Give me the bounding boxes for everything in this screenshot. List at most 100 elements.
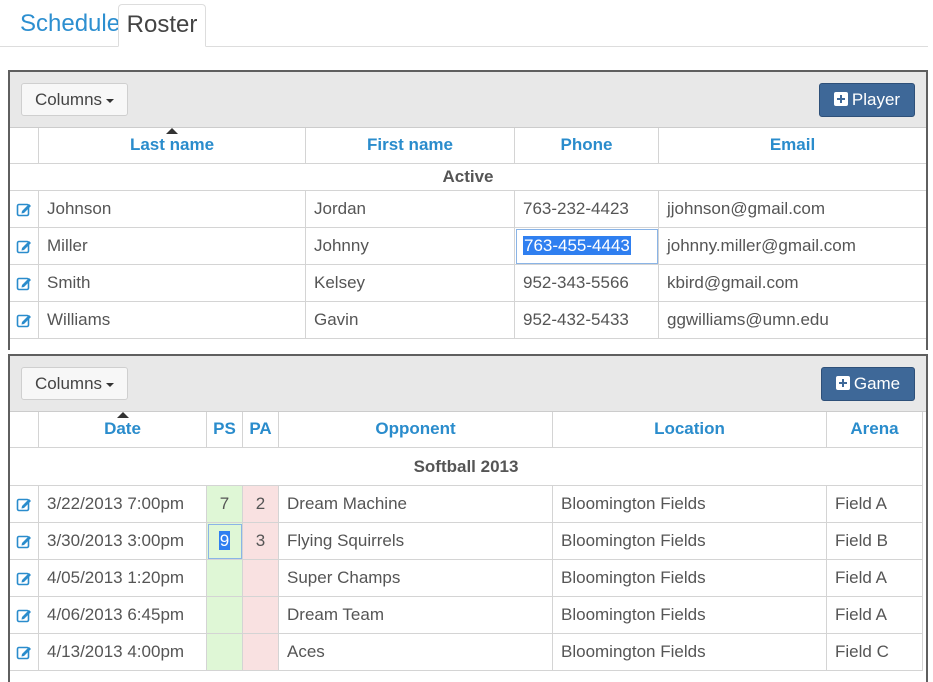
cell-opponent[interactable]: Dream Machine <box>279 486 553 523</box>
cell-phone[interactable]: 952-343-5566 <box>515 265 659 302</box>
row-edit-cell <box>10 191 39 228</box>
games-grid: Columns Game Date PS PA Opponent Locatio… <box>8 354 928 682</box>
tab-roster[interactable]: Roster <box>118 4 206 47</box>
tab-bar: Schedule Roster <box>0 0 928 47</box>
cell-points-scored[interactable] <box>207 634 243 671</box>
add-game-label: Game <box>853 374 901 393</box>
phone-text: 763-455-4443 <box>523 236 631 255</box>
points-scored-text: 9 <box>218 531 231 550</box>
cell-points-scored[interactable]: 7 <box>207 486 243 523</box>
row-edit-cell <box>10 486 39 523</box>
cell-first-name[interactable]: Gavin <box>306 302 515 339</box>
header-edit-col <box>10 128 39 164</box>
cell-email[interactable]: ggwilliams@umn.edu <box>659 302 926 339</box>
cell-email[interactable]: johnny.miller@gmail.com <box>659 228 926 265</box>
header-opponent[interactable]: Opponent <box>279 412 553 448</box>
cell-date[interactable]: 3/22/2013 7:00pm <box>39 486 207 523</box>
cell-arena[interactable]: Field A <box>827 486 923 523</box>
edit-icon[interactable] <box>16 238 32 254</box>
cell-first-name[interactable]: Kelsey <box>306 265 515 302</box>
cell-last-name[interactable]: Smith <box>39 265 306 302</box>
header-location[interactable]: Location <box>553 412 827 448</box>
cell-arena[interactable]: Field B <box>827 523 923 560</box>
caret-down-icon <box>106 382 115 387</box>
edit-icon[interactable] <box>16 570 32 586</box>
cell-points-against[interactable] <box>243 560 279 597</box>
cell-points-scored[interactable] <box>207 597 243 634</box>
row-edit-cell <box>10 634 39 671</box>
cell-phone[interactable]: 952-432-5433 <box>515 302 659 339</box>
cell-opponent[interactable]: Super Champs <box>279 560 553 597</box>
cell-location[interactable]: Bloomington Fields <box>553 523 827 560</box>
players-columns-button[interactable]: Columns <box>21 83 128 116</box>
edit-icon[interactable] <box>16 533 32 549</box>
cell-date[interactable]: 4/13/2013 4:00pm <box>39 634 207 671</box>
add-player-button[interactable]: Player <box>819 83 915 117</box>
header-first-name[interactable]: First name <box>306 128 515 164</box>
plus-square-icon <box>835 376 850 390</box>
cell-arena[interactable]: Field A <box>827 560 923 597</box>
cell-phone-selected[interactable]: 763-455-4443 <box>515 228 659 265</box>
cell-points-against[interactable] <box>243 634 279 671</box>
header-email[interactable]: Email <box>659 128 926 164</box>
points-scored-text: 7 <box>219 494 230 513</box>
header-ps[interactable]: PS <box>207 412 243 448</box>
cell-points-scored-editing[interactable]: 9 <box>207 523 243 560</box>
columns-label: Columns <box>34 374 103 393</box>
games-columns-button[interactable]: Columns <box>21 367 128 400</box>
cell-first-name[interactable]: Jordan <box>306 191 515 228</box>
cell-location[interactable]: Bloomington Fields <box>553 597 827 634</box>
sort-ascending-icon <box>117 412 129 418</box>
phone-text: 952-343-5566 <box>523 273 629 292</box>
cell-points-against[interactable] <box>243 597 279 634</box>
cell-email[interactable]: kbird@gmail.com <box>659 265 926 302</box>
edit-icon[interactable] <box>16 496 32 512</box>
cell-opponent[interactable]: Flying Squirrels <box>279 523 553 560</box>
cell-last-name[interactable]: Williams <box>39 302 306 339</box>
add-player-label: Player <box>851 90 901 109</box>
header-pa[interactable]: PA <box>243 412 279 448</box>
cell-opponent[interactable]: Aces <box>279 634 553 671</box>
row-edit-cell <box>10 265 39 302</box>
cell-opponent[interactable]: Dream Team <box>279 597 553 634</box>
cell-last-name[interactable]: Miller <box>39 228 306 265</box>
cell-date[interactable]: 3/30/2013 3:00pm <box>39 523 207 560</box>
row-edit-cell <box>10 560 39 597</box>
row-edit-cell <box>10 597 39 634</box>
group-header-season: Softball 2013 <box>10 448 923 486</box>
edit-icon[interactable] <box>16 607 32 623</box>
players-toolbar: Columns Player <box>10 72 926 128</box>
header-arena[interactable]: Arena <box>827 412 923 448</box>
cell-location[interactable]: Bloomington Fields <box>553 560 827 597</box>
cell-date[interactable]: 4/05/2013 1:20pm <box>39 560 207 597</box>
row-edit-cell <box>10 228 39 265</box>
row-edit-cell <box>10 523 39 560</box>
sort-ascending-icon <box>166 128 178 134</box>
caret-down-icon <box>106 98 115 103</box>
cell-last-name[interactable]: Johnson <box>39 191 306 228</box>
tab-schedule[interactable]: Schedule <box>6 4 134 46</box>
cell-location[interactable]: Bloomington Fields <box>553 486 827 523</box>
cell-points-against[interactable]: 2 <box>243 486 279 523</box>
group-header-active: Active <box>10 164 926 191</box>
players-grid: Columns Player Last name First name Phon… <box>8 70 928 350</box>
cell-date[interactable]: 4/06/2013 6:45pm <box>39 597 207 634</box>
phone-text: 952-432-5433 <box>523 310 629 329</box>
edit-icon[interactable] <box>16 644 32 660</box>
add-game-button[interactable]: Game <box>821 367 915 401</box>
cell-points-against[interactable]: 3 <box>243 523 279 560</box>
edit-icon[interactable] <box>16 275 32 291</box>
edit-icon[interactable] <box>16 312 32 328</box>
row-edit-cell <box>10 302 39 339</box>
cell-arena[interactable]: Field A <box>827 597 923 634</box>
cell-arena[interactable]: Field C <box>827 634 923 671</box>
cell-phone[interactable]: 763-232-4423 <box>515 191 659 228</box>
cell-first-name[interactable]: Johnny <box>306 228 515 265</box>
games-toolbar: Columns Game <box>10 356 926 412</box>
edit-icon[interactable] <box>16 201 32 217</box>
header-phone[interactable]: Phone <box>515 128 659 164</box>
cell-points-scored[interactable] <box>207 560 243 597</box>
header-edit-col <box>10 412 39 448</box>
cell-location[interactable]: Bloomington Fields <box>553 634 827 671</box>
cell-email[interactable]: jjohnson@gmail.com <box>659 191 926 228</box>
